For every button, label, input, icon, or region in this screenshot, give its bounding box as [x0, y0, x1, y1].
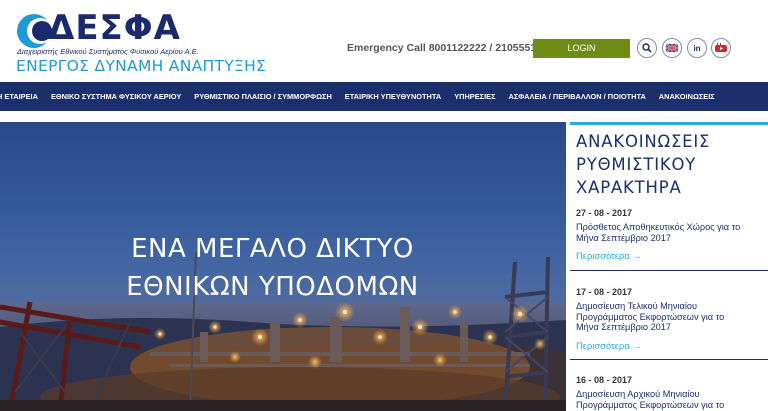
- news-title-line[interactable]: Μήνα Σεπτέμβριο 2017: [576, 233, 768, 244]
- nav-item-company[interactable]: Η ΕΤΑΙΡΕΙΑ: [0, 92, 38, 101]
- news-title-line[interactable]: Δημοσίευση Αρχικού Μηνιαίου: [576, 389, 768, 400]
- nav-gap: [0, 111, 768, 122]
- hero-banner: ΕΝΑ ΜΕΓΑΛΟ ΔΙΚΤΥΟ ΕΘΝΙΚΩΝ ΥΠΟΔΟΜΩΝ: [0, 122, 566, 411]
- news-date: 27 - 08 - 2017: [576, 208, 633, 218]
- english-flag-icon: [666, 44, 678, 52]
- language-english-button[interactable]: [662, 38, 682, 58]
- search-icon: [642, 43, 652, 53]
- news-title-line[interactable]: Μήνα Σεπτέμβριο 2017: [576, 322, 768, 333]
- login-button[interactable]: LOGIN: [533, 39, 630, 58]
- nav-item-safety-environment-quality[interactable]: ΑΣΦΑΛΕΙΑ / ΠΕΡΙΒΑΛΛΟΝ / ΠΟΙΟΤΗΤΑ: [509, 92, 646, 101]
- linkedin-button[interactable]: in: [687, 38, 707, 58]
- sidebar-top-accent: [570, 122, 768, 125]
- news-title-line[interactable]: Δημοσίευση Τελικού Μηνιαίου: [576, 301, 768, 312]
- nav-item-corporate-responsibility[interactable]: ΕΤΑΙΡΙΚΗ ΥΠΕΥΘΥΝΟΤΗΤΑ: [345, 92, 441, 101]
- news-title-line[interactable]: Προγράμματος Εκφορτώσεων για το: [576, 400, 768, 411]
- read-more-link[interactable]: Περισσότερα →: [576, 250, 768, 261]
- hero-title-line-1: ΕΝΑ ΜΕΓΑΛΟ ΔΙΚΤΥΟ: [131, 234, 414, 264]
- news-date: 16 - 08 - 2017: [576, 375, 633, 385]
- logo-subtitle: Διαχειριστής Εθνικού Συστήματος Φυσικού …: [17, 47, 199, 56]
- hero-title-line-2: ΕΘΝΙΚΩΝ ΥΠΟΔΟΜΩΝ: [126, 272, 419, 302]
- hero-title: ΕΝΑ ΜΕΓΑΛΟ ΔΙΚΤΥΟ ΕΘΝΙΚΩΝ ΥΠΟΔΟΜΩΝ: [0, 230, 545, 306]
- read-more-link[interactable]: Περισσότερα →: [576, 340, 768, 351]
- announcements-sidebar: ΑΝΑΚΟΙΝΩΣΕΙΣ ΡΥΘΜΙΣΤΙΚΟΥ ΧΑΡΑΚΤΗΡΑ 27 - …: [566, 122, 768, 411]
- main-nav: Η ΕΤΑΙΡΕΙΑ ΕΘΝΙΚΟ ΣΥΣΤΗΜΑ ΦΥΣΙΚΟΥ ΑΕΡΙΟΥ…: [0, 82, 768, 111]
- news-item: 17 - 08 - 2017 Δημοσίευση Τελικού Μηνιαί…: [576, 287, 768, 351]
- search-button[interactable]: [637, 38, 657, 58]
- sidebar-title[interactable]: ΑΝΑΚΟΙΝΩΣΕΙΣ ΡΥΘΜΙΣΤΙΚΟΥ ΧΑΡΑΚΤΗΡΑ: [576, 130, 764, 199]
- site-header: ΔΕΣΦΑ Διαχειριστής Εθνικού Συστήματος Φυ…: [0, 0, 768, 82]
- slogan: ΕΝΕΡΓΟΣ ΔΥΝΑΜΗ ΑΝΑΠΤΥΞΗΣ: [16, 57, 267, 75]
- youtube-icon: [715, 43, 727, 52]
- nav-item-services[interactable]: ΥΠΗΡΕΣΙΕΣ: [454, 92, 495, 101]
- news-title-line[interactable]: Προγράμματος Εκφορτώσεων για το: [576, 312, 768, 323]
- youtube-button[interactable]: [711, 38, 731, 58]
- linkedin-icon: in: [693, 43, 701, 53]
- nav-item-announcements[interactable]: ΑΝΑΚΟΙΝΩΣΕΙΣ: [659, 92, 715, 101]
- news-divider: [570, 359, 768, 360]
- logo-text[interactable]: ΔΕΣΦΑ: [48, 9, 181, 47]
- emergency-call: Emergency Call 8001122222 / 2105551666: [347, 42, 554, 54]
- news-date: 17 - 08 - 2017: [576, 287, 633, 297]
- news-item: 27 - 08 - 2017 Πρόσθετος Αποθηκευτικός Χ…: [576, 208, 768, 261]
- news-item: 16 - 08 - 2017 Δημοσίευση Αρχικού Μηνιαί…: [576, 375, 768, 410]
- news-title-line[interactable]: Πρόσθετος Αποθηκευτικός Χώρος για το: [576, 222, 768, 233]
- nav-item-regulatory-framework[interactable]: ΡΥΘΜΙΣΤΙΚΟ ΠΛΑΙΣΙΟ / ΣΥΜΜΟΡΦΩΣΗ: [194, 92, 332, 101]
- nav-item-national-gas-system[interactable]: ΕΘΝΙΚΟ ΣΥΣΤΗΜΑ ΦΥΣΙΚΟΥ ΑΕΡΙΟΥ: [51, 92, 181, 101]
- news-divider: [570, 270, 768, 271]
